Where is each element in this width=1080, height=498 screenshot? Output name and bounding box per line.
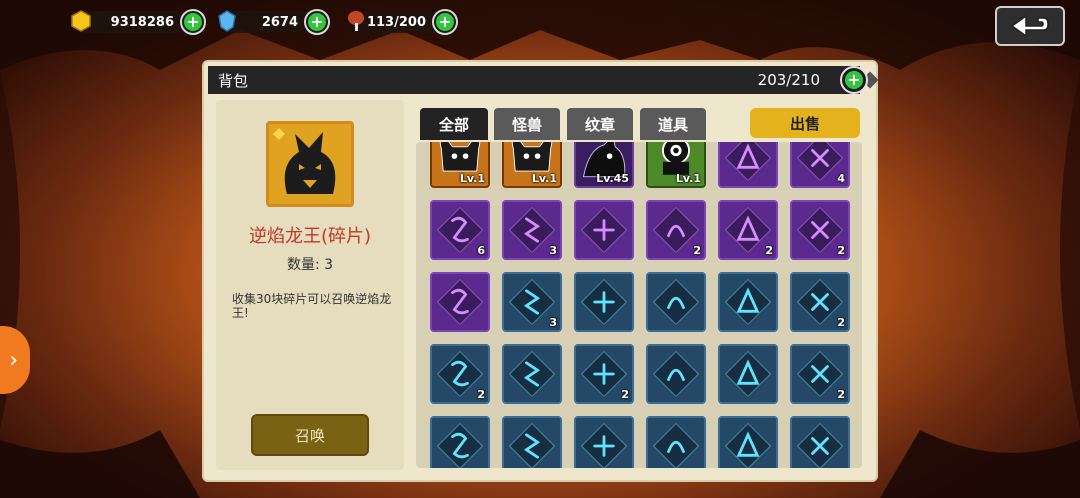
expand-capacity-button[interactable]: + [840, 66, 868, 94]
emblem-slot[interactable] [502, 416, 562, 468]
rune-icon [724, 422, 772, 468]
rune-icon [652, 422, 700, 468]
rune-icon [724, 142, 772, 182]
emblem-slot[interactable] [502, 344, 562, 404]
stack-count: 3 [549, 316, 557, 329]
emblem-slot[interactable]: 3 [502, 272, 562, 332]
rune-icon [436, 278, 484, 326]
tab-all[interactable]: 全部 [420, 108, 488, 140]
panel-title: 背包 [218, 71, 249, 90]
rune-icon [436, 422, 484, 468]
emblem-slot[interactable] [646, 416, 706, 468]
gold-icon [71, 10, 91, 32]
add-gold-button[interactable]: + [180, 9, 206, 35]
emblem-slot[interactable]: 4 [790, 142, 850, 188]
item-portrait [266, 121, 354, 207]
item-quantity: 数量: 3 [286, 257, 334, 273]
level-label: Lv.1 [531, 172, 557, 185]
emblem-slot[interactable]: 2 [718, 200, 778, 260]
emblem-slot[interactable]: 2 [790, 344, 850, 404]
level-label: Lv.1 [675, 172, 701, 185]
monster-slot[interactable]: Lv.45 [574, 142, 634, 188]
emblem-slot[interactable] [718, 344, 778, 404]
add-stamina-button[interactable]: + [432, 9, 458, 35]
side-drawer-toggle[interactable]: › [0, 326, 30, 394]
tab-emblems[interactable]: 纹章 [567, 108, 633, 140]
chevron-right-icon: › [9, 347, 18, 373]
emblem-slot[interactable]: 6 [430, 200, 490, 260]
add-gem-button[interactable]: + [304, 9, 330, 35]
dragon-king-icon [269, 124, 351, 204]
stamina-counter: 113/200 + [348, 9, 458, 35]
stack-count: 2 [837, 244, 845, 257]
emblem-slot[interactable] [574, 272, 634, 332]
emblem-slot[interactable]: 2 [430, 344, 490, 404]
rune-icon [652, 350, 700, 398]
emblem-slot[interactable] [718, 272, 778, 332]
tab-monsters[interactable]: 怪兽 [494, 108, 560, 140]
emblem-slot[interactable]: 3 [502, 200, 562, 260]
level-label: Lv.1 [459, 172, 485, 185]
emblem-slot[interactable] [790, 416, 850, 468]
stack-count: 2 [693, 244, 701, 257]
emblem-slot[interactable] [430, 416, 490, 468]
emblem-slot[interactable] [718, 142, 778, 188]
inventory-panel: 背包 203/210 + 逆焰龙王(碎片) 数量: 3 收集30块碎片可以召唤逆… [204, 62, 879, 480]
stack-count: 2 [837, 388, 845, 401]
gem-icon [218, 10, 236, 32]
gold-counter: 9318286 + [71, 9, 206, 35]
rune-icon [580, 206, 628, 254]
level-label: Lv.45 [596, 172, 629, 185]
rune-icon [796, 422, 844, 468]
back-button[interactable] [995, 6, 1065, 46]
emblem-slot[interactable]: 2 [790, 272, 850, 332]
rune-icon [508, 350, 556, 398]
summon-button[interactable]: 召唤 [251, 414, 369, 456]
stack-count: 6 [477, 244, 485, 257]
emblem-slot[interactable] [646, 344, 706, 404]
monster-slot[interactable]: Lv.1 [502, 142, 562, 188]
monster-slot[interactable]: Lv.1 [646, 142, 706, 188]
rune-icon [724, 278, 772, 326]
panel-header: 背包 203/210 + [208, 66, 879, 94]
back-arrow-icon [1010, 14, 1049, 38]
item-detail-panel: 逆焰龙王(碎片) 数量: 3 收集30块碎片可以召唤逆焰龙王! 召唤 [216, 100, 404, 470]
meat-icon [348, 11, 364, 31]
inventory-grid: Lv.1 Lv.1 Lv.45 Lv.1 4 6 3 2 2 2 3 2 2 2… [416, 142, 862, 468]
monster-slot[interactable]: Lv.1 [430, 142, 490, 188]
capacity-counter: 203/210 [757, 71, 820, 89]
stack-count: 2 [621, 388, 629, 401]
stack-count: 2 [837, 316, 845, 329]
stack-count: 2 [765, 244, 773, 257]
sell-button[interactable]: 出售 [750, 108, 860, 138]
rune-icon [724, 350, 772, 398]
gem-value: 2674 [261, 14, 298, 30]
stack-count: 2 [477, 388, 485, 401]
gold-value: 9318286 [110, 14, 174, 30]
emblem-slot[interactable] [574, 416, 634, 468]
rune-icon [580, 422, 628, 468]
emblem-slot[interactable]: 2 [646, 200, 706, 260]
tab-items[interactable]: 道具 [640, 108, 706, 140]
rune-icon [652, 278, 700, 326]
emblem-slot[interactable] [574, 200, 634, 260]
stamina-value: 113/200 [366, 14, 426, 30]
emblem-slot[interactable]: 2 [790, 200, 850, 260]
item-description: 收集30块碎片可以召唤逆焰龙王! [232, 292, 392, 320]
emblem-slot[interactable] [718, 416, 778, 468]
stack-count: 4 [837, 172, 845, 185]
rune-icon [580, 278, 628, 326]
emblem-slot[interactable] [430, 272, 490, 332]
emblem-slot[interactable]: 2 [574, 344, 634, 404]
stack-count: 3 [549, 244, 557, 257]
rune-icon [508, 422, 556, 468]
emblem-slot[interactable] [646, 272, 706, 332]
gem-counter: 2674 + [218, 9, 330, 35]
item-name: 逆焰龙王(碎片) [248, 226, 372, 247]
